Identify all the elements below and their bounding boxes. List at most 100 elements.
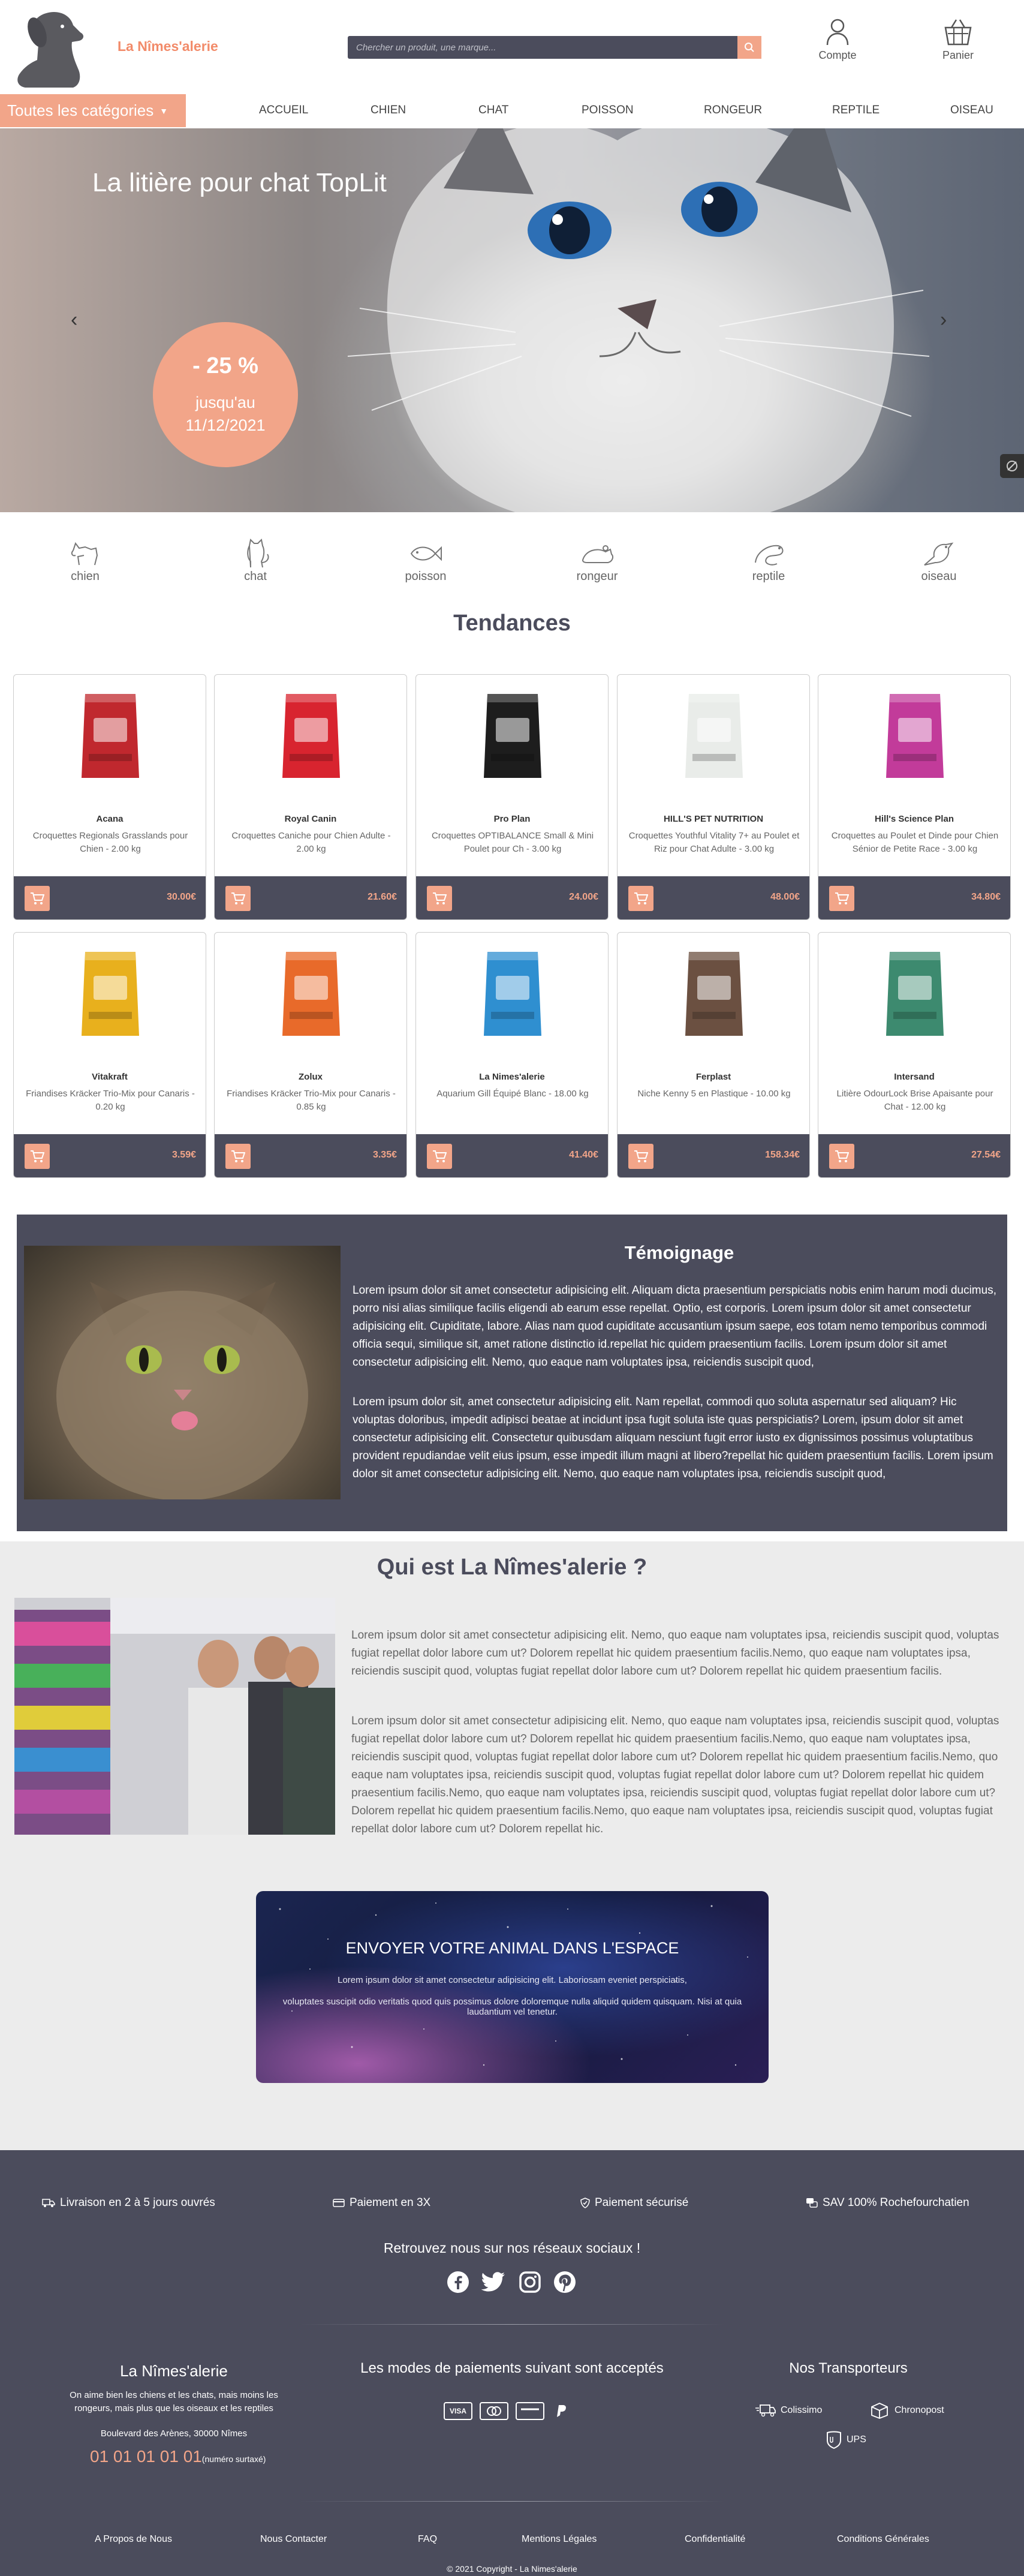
search-button[interactable] — [737, 36, 761, 59]
product-image[interactable] — [77, 946, 144, 1042]
animal-link-oiseau[interactable]: oiseau — [903, 539, 975, 584]
footer-phone[interactable]: 01 01 01 01 01(numéro surtaxé) — [90, 2447, 266, 2466]
product-brand: Zolux — [299, 1072, 323, 1082]
promo-badge[interactable]: - 25 % jusqu'au 11/12/2021 — [153, 322, 298, 467]
product-image[interactable] — [680, 688, 748, 784]
product-description: Croquettes OPTIBALANCE Small & Mini Poul… — [431, 831, 594, 854]
product-card[interactable]: Intersand Litière OdourLock Brise Apaisan… — [818, 932, 1011, 1178]
footer-company-desc-line: On aime bien les chiens et les chats, ma… — [70, 2390, 278, 2400]
add-to-cart-button[interactable] — [25, 886, 50, 911]
product-footer: 21.60€ — [215, 876, 406, 919]
feature-label: Paiement en 3X — [350, 2196, 431, 2209]
account-button[interactable]: Compte — [802, 18, 874, 62]
animal-link-rongeur[interactable]: rongeur — [561, 539, 633, 584]
product-footer: 41.40€ — [416, 1134, 608, 1177]
add-to-cart-button[interactable] — [628, 886, 653, 911]
add-to-cart-button[interactable] — [225, 1144, 251, 1169]
space-banner[interactable]: ENVOYER VOTRE ANIMAL DANS L'ESPACE Lorem… — [256, 1891, 769, 2083]
add-to-cart-button[interactable] — [829, 1144, 854, 1169]
product-card[interactable]: Royal Canin Croquettes Caniche pour Chien… — [214, 674, 407, 920]
footer-link-legal[interactable]: Mentions Légales — [522, 2534, 597, 2545]
carousel-prev-arrow[interactable]: ‹ — [71, 308, 77, 332]
add-to-cart-button[interactable] — [427, 1144, 452, 1169]
feature-label: SAV 100% Rochefourchatien — [823, 2196, 969, 2209]
feature-delivery: Livraison en 2 à 5 jours ouvrés — [42, 2196, 215, 2210]
animal-link-poisson[interactable]: poisson — [390, 539, 462, 584]
about-paragraph: Lorem ipsum dolor sit amet consectetur a… — [351, 1629, 999, 1678]
cart-icon — [231, 1150, 245, 1162]
product-footer: 3.59€ — [14, 1134, 206, 1177]
about-paragraph: Lorem ipsum dolor sit amet consectetur a… — [351, 1715, 999, 1835]
copyright: © 2021 Copyright - La Nimes'alerie — [447, 2564, 577, 2574]
add-to-cart-button[interactable] — [25, 1144, 50, 1169]
product-image[interactable] — [881, 946, 948, 1042]
facebook-icon[interactable] — [446, 2270, 470, 2294]
product-image[interactable] — [680, 946, 748, 1042]
animal-link-chien[interactable]: chien — [49, 539, 121, 584]
add-to-cart-button[interactable] — [628, 1144, 653, 1169]
nav-item-poisson[interactable]: POISSON — [582, 104, 634, 117]
product-card[interactable]: Acana Croquettes Regionals Grasslands pou… — [13, 674, 206, 920]
product-footer: 3.35€ — [215, 1134, 406, 1177]
search-icon — [745, 43, 754, 52]
product-image[interactable] — [881, 688, 948, 784]
product-footer: 27.54€ — [818, 1134, 1010, 1177]
product-image[interactable] — [278, 946, 345, 1042]
pinterest-icon[interactable] — [553, 2270, 577, 2294]
nav-item-reptile[interactable]: REPTILE — [832, 104, 880, 117]
instagram-icon[interactable] — [518, 2270, 542, 2294]
product-brand: La Nimes'alerie — [479, 1072, 545, 1082]
product-brand: Acana — [96, 814, 124, 824]
footer-link-about[interactable]: A Propos de Nous — [95, 2534, 172, 2545]
animal-link-reptile[interactable]: reptile — [733, 539, 805, 584]
footer-link-faq[interactable]: FAQ — [418, 2534, 437, 2545]
product-image[interactable] — [278, 688, 345, 784]
product-price: 158.34€ — [765, 1150, 800, 1160]
product-card[interactable]: La Nimes'alerie Aquarium Gill Équipé Blan… — [415, 932, 609, 1178]
paypal-icon — [552, 2402, 570, 2420]
nav-item-chat[interactable]: CHAT — [478, 104, 508, 117]
add-to-cart-button[interactable] — [225, 886, 251, 911]
product-image[interactable] — [77, 688, 144, 784]
dog-logo-icon[interactable] — [13, 8, 97, 89]
product-card[interactable]: Zolux Friandises Kräcker Trio-Mix pour Ca… — [214, 932, 407, 1178]
footer-divider — [300, 2324, 724, 2325]
testimonial-title: Témoignage — [624, 1242, 734, 1263]
promo-discount: - 25 % — [192, 353, 258, 378]
nav-item-rongeur[interactable]: RONGEUR — [704, 104, 762, 117]
cart-icon — [31, 1150, 44, 1162]
product-image[interactable] — [479, 946, 546, 1042]
promo-until: jusqu'au 11/12/2021 — [153, 391, 298, 437]
side-widget-button[interactable] — [1000, 454, 1024, 478]
carousel-next-arrow[interactable]: › — [940, 308, 947, 332]
credit-card-icon — [516, 2402, 544, 2420]
search-input[interactable] — [348, 36, 737, 59]
product-brand: Royal Canin — [284, 814, 337, 824]
dog-icon — [71, 542, 98, 566]
twitter-icon[interactable] — [481, 2270, 505, 2294]
product-card[interactable]: Pro Plan Croquettes OPTIBALANCE Small & M… — [415, 674, 609, 920]
user-icon — [826, 19, 849, 46]
product-price: 30.00€ — [167, 892, 196, 902]
footer-link-privacy[interactable]: Confidentialité — [685, 2534, 745, 2545]
cart-button[interactable]: Panier — [922, 18, 994, 62]
brand-name[interactable]: La Nîmes'alerie — [118, 38, 218, 55]
product-description: Croquettes Regionals Grasslands pour Chi… — [32, 831, 188, 854]
product-card[interactable]: Ferplast Niche Kenny 5 en Plastique - 10.… — [617, 932, 810, 1178]
cart-icon — [634, 1150, 648, 1162]
all-categories-dropdown[interactable]: Toutes les catégories ▼ — [0, 94, 186, 127]
footer-link-contact[interactable]: Nous Contacter — [260, 2534, 327, 2545]
animal-link-chat[interactable]: chat — [219, 539, 291, 584]
cat-photo — [347, 128, 930, 512]
add-to-cart-button[interactable] — [829, 886, 854, 911]
nav-item-chien[interactable]: CHIEN — [371, 104, 406, 117]
footer-link-terms[interactable]: Conditions Générales — [837, 2534, 929, 2545]
carrier-label: Colissimo — [781, 2405, 823, 2415]
add-to-cart-button[interactable] — [427, 886, 452, 911]
product-card[interactable]: HILL'S PET NUTRITION Croquettes Youthful … — [617, 674, 810, 920]
product-card[interactable]: Hill's Science Plan Croquettes au Poulet … — [818, 674, 1011, 920]
nav-item-accueil[interactable]: ACCUEIL — [259, 104, 308, 117]
product-image[interactable] — [479, 688, 546, 784]
nav-item-oiseau[interactable]: OISEAU — [950, 104, 993, 117]
product-card[interactable]: Vitakraft Friandises Kräcker Trio-Mix pou… — [13, 932, 206, 1178]
